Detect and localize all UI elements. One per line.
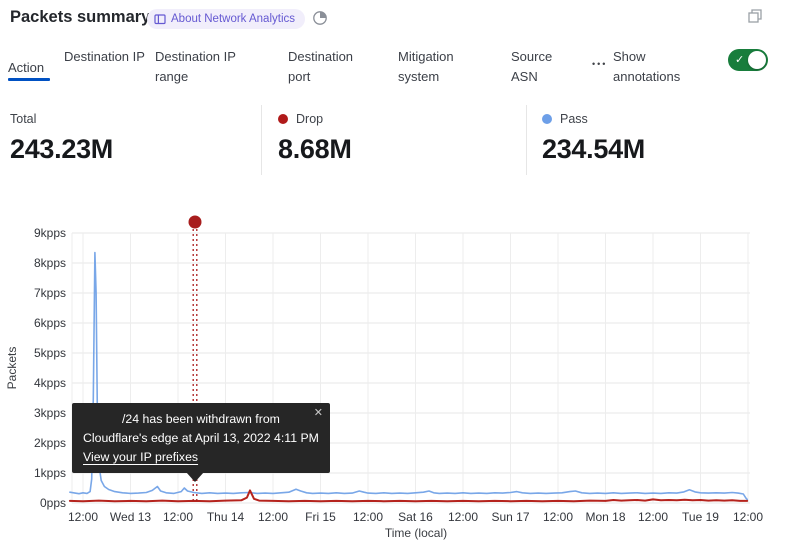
about-badge[interactable]: About Network Analytics [147,9,305,29]
svg-text:12:00: 12:00 [448,510,478,524]
svg-text:Fri 15: Fri 15 [305,510,336,524]
annotation-dot[interactable] [189,216,202,229]
drop-legend-dot [278,114,288,124]
x-axis-tick-labels: 12:00 Wed 13 12:00 Thu 14 12:00 Fri 15 12:00 Sa… [68,510,763,524]
series-drop-line [70,490,747,501]
svg-text:8kpps: 8kpps [34,256,66,270]
tab-bar: Action Destination IP Destination IP ran… [0,45,785,93]
time-period-icon[interactable] [312,10,328,29]
stat-drop-label: Drop [296,112,323,126]
popout-icon[interactable] [748,9,762,26]
svg-text:Thu 14: Thu 14 [207,510,245,524]
y-axis-tick-labels: 0pps 1kpps 2kpps 3kpps 4kpps 5kpps 6kpps 7kpps 8… [34,226,66,510]
stat-total: Total 243.23M [10,112,113,165]
book-icon [154,13,166,25]
stat-pass-value: 234.54M [542,134,645,165]
svg-text:9kpps: 9kpps [34,226,66,240]
stats-divider [261,105,262,175]
svg-text:2kpps: 2kpps [34,436,66,450]
svg-text:12:00: 12:00 [353,510,383,524]
svg-text:Sat 16: Sat 16 [398,510,433,524]
more-tabs-icon[interactable]: ••• [592,59,607,69]
annotation-tooltip: ✕ /24 has been withdrawn from Cloudflare… [72,403,330,473]
stats-row: Total 243.23M Drop 8.68M Pass 234.54M [0,103,785,181]
svg-text:4kpps: 4kpps [34,376,66,390]
tab-mitigation-system[interactable]: Mitigation system [398,47,478,87]
tab-destination-ip-range[interactable]: Destination IP range [155,47,255,87]
tooltip-line1: /24 has been withdrawn from [83,410,319,429]
svg-text:Wed 13: Wed 13 [110,510,151,524]
show-annotations-label: Show annotations [613,47,705,87]
annotations-toggle[interactable]: ✓ [728,49,768,71]
toggle-knob [748,51,766,69]
tab-destination-ip[interactable]: Destination IP [64,47,146,67]
svg-text:Sun 17: Sun 17 [491,510,529,524]
stat-pass-label: Pass [560,112,588,126]
tab-action[interactable]: Action [8,58,44,78]
svg-text:3kpps: 3kpps [34,406,66,420]
stat-drop-value: 8.68M [278,134,352,165]
stat-total-label: Total [10,112,36,126]
about-badge-label: About Network Analytics [171,13,295,25]
x-axis-title: Time (local) [385,526,447,540]
svg-text:6kpps: 6kpps [34,316,66,330]
svg-text:12:00: 12:00 [733,510,763,524]
svg-text:12:00: 12:00 [68,510,98,524]
svg-text:7kpps: 7kpps [34,286,66,300]
page-title: Packets summary [10,8,150,27]
pass-legend-dot [542,114,552,124]
view-ip-prefixes-link[interactable]: View your IP prefixes [83,450,198,464]
stat-pass: Pass 234.54M [542,112,645,165]
svg-text:Mon 18: Mon 18 [585,510,625,524]
svg-text:Tue 19: Tue 19 [682,510,719,524]
stat-drop: Drop 8.68M [278,112,352,165]
stats-divider [526,105,527,175]
y-axis-title: Packets [5,347,19,390]
svg-text:5kpps: 5kpps [34,346,66,360]
svg-text:12:00: 12:00 [258,510,288,524]
stat-total-value: 243.23M [10,134,113,165]
tab-source-asn[interactable]: Source ASN [511,47,571,87]
svg-text:12:00: 12:00 [543,510,573,524]
check-icon: ✓ [735,53,744,66]
svg-text:12:00: 12:00 [163,510,193,524]
close-icon[interactable]: ✕ [314,406,323,419]
tooltip-line2: Cloudflare's edge at April 13, 2022 4:11… [83,429,319,448]
svg-text:0pps: 0pps [40,496,66,510]
tab-destination-port[interactable]: Destination port [288,47,374,87]
active-tab-underline [8,78,50,81]
svg-text:12:00: 12:00 [638,510,668,524]
svg-text:1kpps: 1kpps [34,466,66,480]
